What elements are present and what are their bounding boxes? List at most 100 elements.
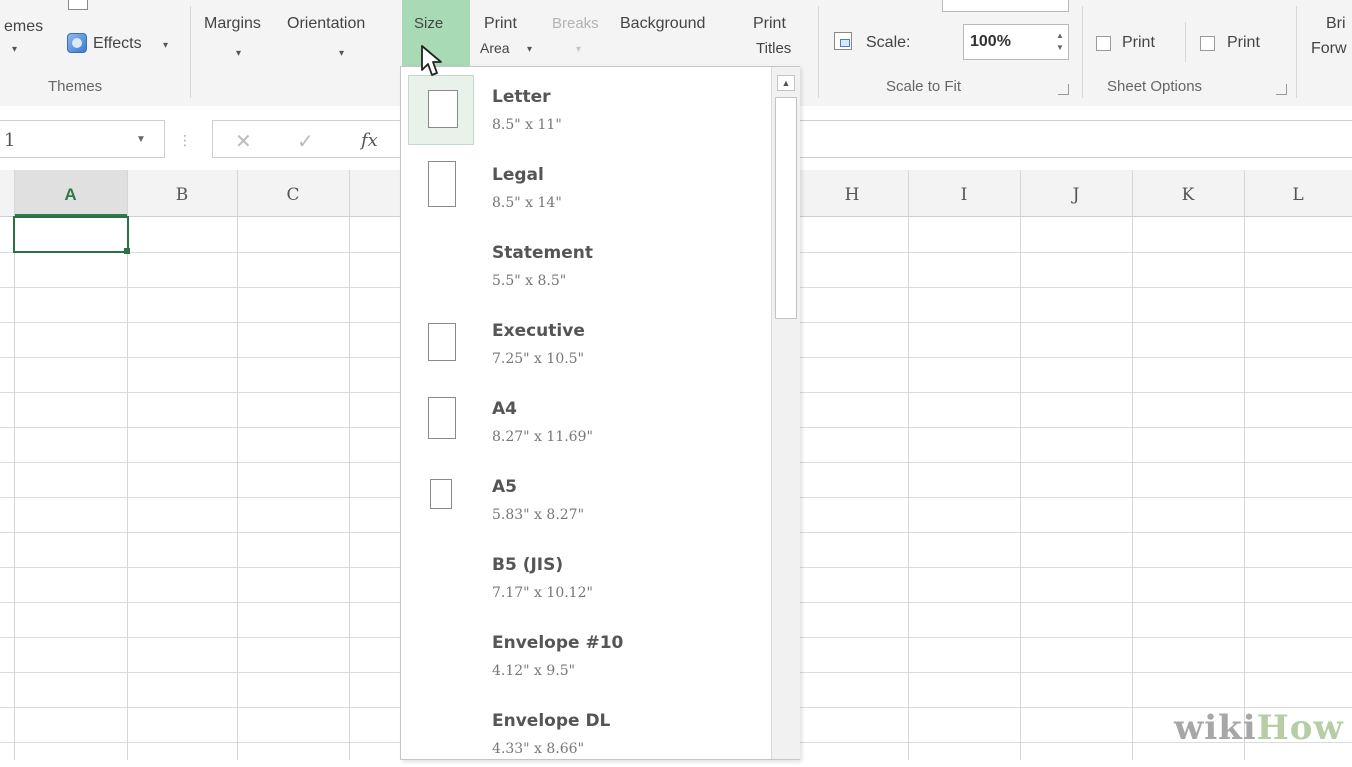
sheet-options-group-label: Sheet Options (1107, 78, 1203, 95)
breaks-button[interactable]: Breaks (552, 15, 599, 32)
size-option-a5[interactable]: A5 5.83" x 8.27" (401, 463, 771, 533)
option-dimensions: 4.33" x 8.66" (492, 741, 585, 757)
themes-button-label[interactable]: emes (4, 18, 43, 36)
size-option-a4[interactable]: A4 8.27" x 11.69" (401, 385, 771, 455)
cancel-icon[interactable]: ✕ (235, 129, 252, 154)
scrollbar-thumb[interactable] (775, 97, 797, 319)
column-header-h[interactable]: H (796, 170, 908, 216)
scale-to-fit-group-label: Scale to Fit (886, 78, 962, 95)
fill-handle[interactable] (124, 248, 130, 254)
orientation-button[interactable]: Orientation (287, 15, 365, 33)
size-option-envelope-10[interactable]: Envelope #10 4.12" x 9.5" (401, 619, 771, 689)
formula-bar-grip-icon[interactable]: ⋮ (178, 132, 192, 149)
scale-up-icon[interactable]: ▲ (1056, 31, 1064, 40)
page-icon (428, 397, 456, 439)
active-cell[interactable] (13, 216, 129, 253)
ribbon-separator (190, 6, 191, 98)
watermark-part-1: wiki (1174, 708, 1257, 748)
enter-icon[interactable]: ✓ (297, 129, 314, 154)
column-divider (908, 170, 909, 760)
option-dimensions: 8.5" x 11" (492, 117, 562, 133)
option-thumbnail (408, 309, 474, 379)
print-headings-checkbox[interactable] (1200, 36, 1215, 51)
column-header-a[interactable]: A (14, 170, 127, 216)
sheet-options-launcher-icon[interactable] (1276, 84, 1287, 95)
print-titles-label[interactable]: Titles (756, 40, 791, 57)
size-option-executive[interactable]: Executive 7.25" x 10.5" (401, 307, 771, 377)
size-dropdown-menu: Letter 8.5" x 11" Legal 8.5" x 14" State… (400, 66, 800, 760)
option-name: A5 (492, 477, 517, 497)
option-thumbnail (408, 75, 474, 145)
effects-icon[interactable] (67, 33, 87, 53)
column-header-j[interactable]: J (1020, 170, 1132, 216)
option-dimensions: 7.25" x 10.5" (492, 351, 585, 367)
formula-buttons: ✕ ✓ fx (212, 120, 402, 158)
ribbon-separator (818, 6, 819, 98)
effects-button[interactable]: Effects (93, 35, 142, 53)
page-icon (430, 479, 452, 509)
option-name: Legal (492, 165, 544, 185)
option-name: B5 (JIS) (492, 555, 564, 575)
size-option-b5-jis[interactable]: B5 (JIS) 7.17" x 10.12" (401, 541, 771, 611)
scale-value: 100% (970, 33, 1011, 50)
size-option-letter[interactable]: Letter 8.5" x 11" (401, 73, 771, 145)
name-box-value: 1 (4, 130, 16, 151)
option-name: Envelope DL (492, 711, 611, 731)
column-divider (1020, 170, 1021, 760)
formula-input[interactable] (800, 120, 1352, 158)
option-name: Envelope #10 (492, 633, 624, 653)
fonts-icon[interactable] (68, 0, 88, 10)
print-area-label[interactable]: Area (480, 40, 510, 56)
watermark-logo: wikiHow (1174, 708, 1344, 748)
height-dropdown[interactable] (942, 0, 1069, 12)
breaks-caret-icon[interactable]: ▾ (576, 44, 581, 55)
page-icon (428, 323, 456, 361)
column-header-c[interactable]: C (237, 170, 349, 216)
column-header-k[interactable]: K (1132, 170, 1244, 216)
margins-button[interactable]: Margins (204, 15, 261, 33)
ribbon-separator (1296, 6, 1297, 98)
column-divider (1132, 170, 1133, 760)
column-divider (127, 170, 128, 760)
option-name: A4 (492, 399, 517, 419)
print-area-caret-icon[interactable]: ▾ (527, 44, 532, 55)
size-option-envelope-dl[interactable]: Envelope DL 4.33" x 8.66" (401, 697, 771, 767)
option-name: Statement (492, 243, 593, 263)
print-area-button[interactable]: Print (484, 15, 517, 33)
effects-caret-icon[interactable]: ▾ (163, 40, 168, 51)
column-header-l[interactable]: L (1244, 170, 1352, 216)
dropdown-scrollbar[interactable]: ▲ (771, 67, 800, 759)
option-name: Letter (492, 87, 551, 107)
option-name: Executive (492, 321, 585, 341)
scale-input[interactable]: 100% ▲ ▼ (963, 24, 1069, 60)
name-box[interactable]: 1 ▼ (0, 120, 165, 158)
scale-down-icon[interactable]: ▼ (1056, 43, 1064, 52)
column-divider (237, 170, 238, 760)
ribbon-separator (1185, 22, 1186, 62)
size-option-statement[interactable]: Statement 5.5" x 8.5" (401, 229, 771, 299)
mouse-cursor-icon (421, 45, 442, 76)
themes-group-label: Themes (48, 78, 103, 95)
column-header-i[interactable]: I (908, 170, 1020, 216)
scroll-up-icon[interactable]: ▲ (777, 75, 795, 91)
themes-caret-icon[interactable]: ▾ (12, 44, 17, 55)
option-dimensions: 5.83" x 8.27" (492, 507, 585, 523)
column-header-b[interactable]: B (127, 170, 237, 216)
print-titles-button[interactable]: Print (753, 15, 786, 33)
page-icon (428, 161, 456, 207)
orientation-caret-icon[interactable]: ▾ (339, 48, 344, 59)
margins-caret-icon[interactable]: ▾ (236, 48, 241, 59)
page-icon (428, 90, 458, 128)
option-dimensions: 5.5" x 8.5" (492, 273, 567, 289)
ribbon-separator (1082, 6, 1083, 98)
chevron-down-icon[interactable]: ▼ (136, 134, 146, 145)
bring-forward-button[interactable]: Bri (1326, 15, 1346, 33)
column-divider (349, 170, 350, 760)
background-button[interactable]: Background (620, 15, 705, 33)
print-gridlines-checkbox[interactable] (1096, 36, 1111, 51)
scale-to-fit-launcher-icon[interactable] (1058, 84, 1069, 95)
size-option-legal[interactable]: Legal 8.5" x 14" (401, 151, 771, 221)
option-thumbnail (408, 153, 474, 223)
insert-function-icon[interactable]: fx (361, 130, 378, 151)
bring-forward-label[interactable]: Forw (1311, 40, 1347, 58)
